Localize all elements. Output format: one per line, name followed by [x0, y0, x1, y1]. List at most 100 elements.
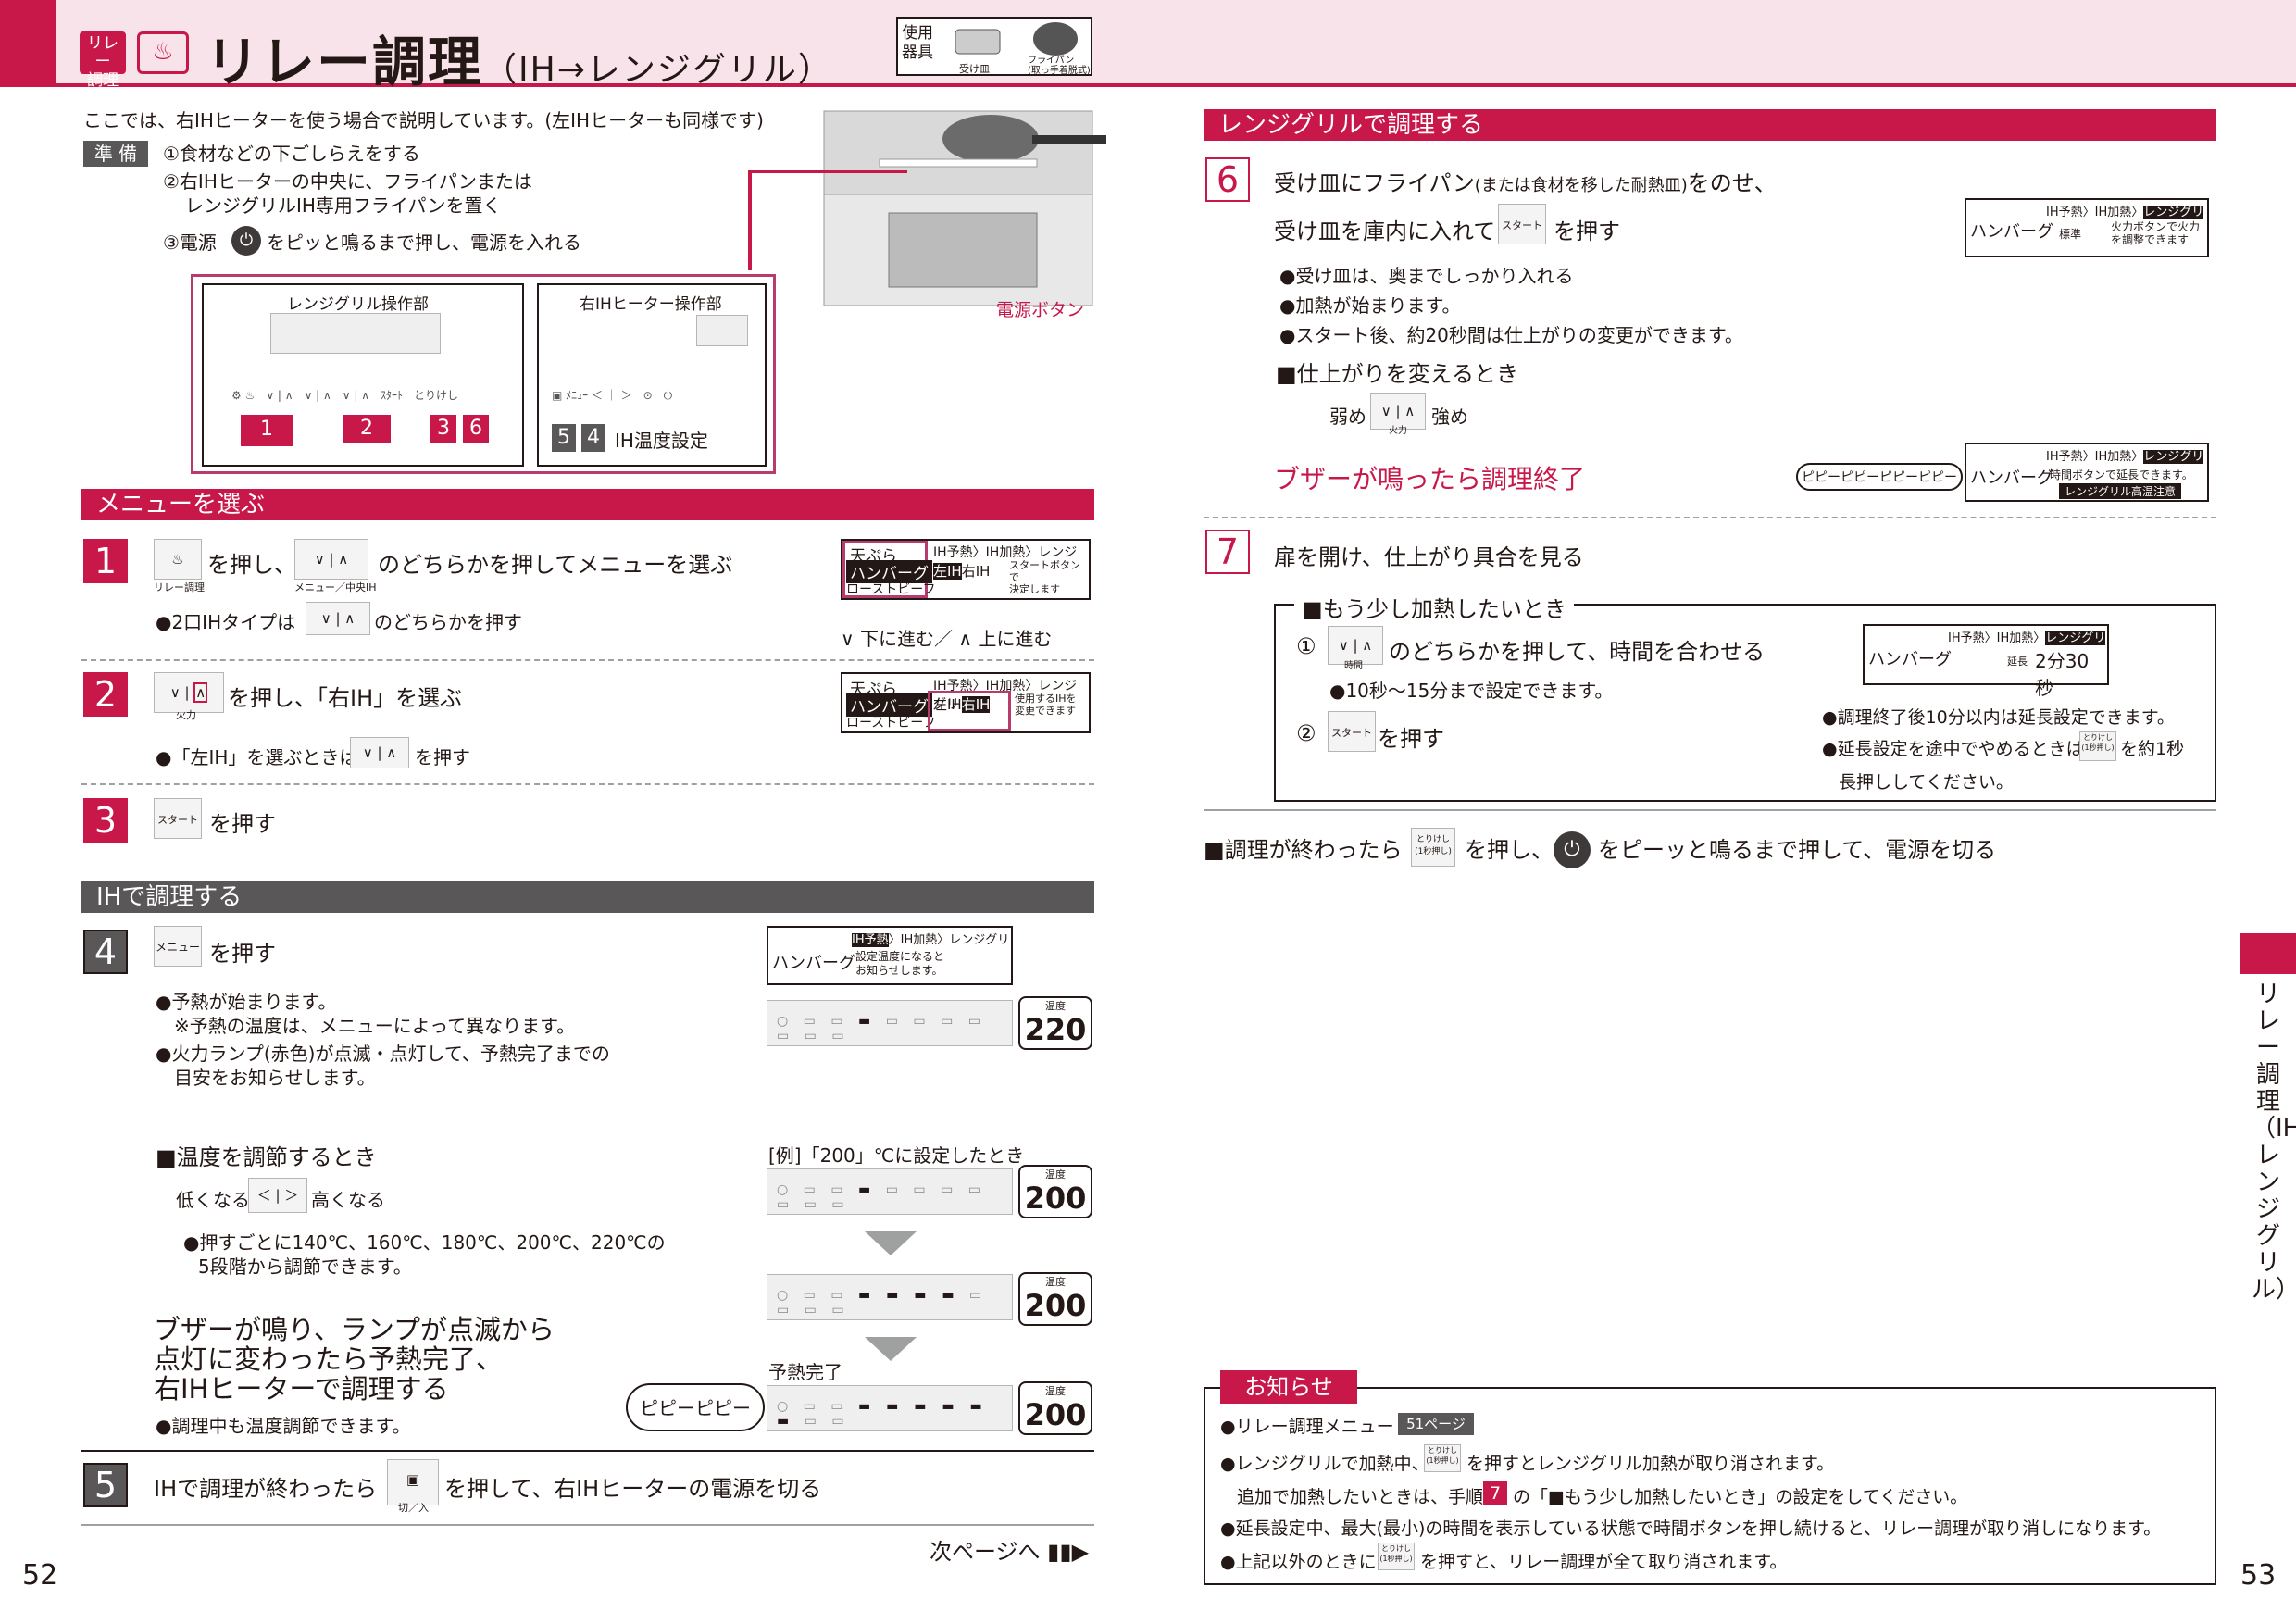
step-6-number: 6: [1205, 157, 1250, 202]
power-button-label: 電源ボタン: [996, 300, 1085, 320]
temp-display-2: 温度 200: [1018, 1165, 1092, 1218]
onoff-label: 切／入: [398, 1502, 429, 1514]
buzzer-heading: ブザーが鳴り、ランプが点滅から 点灯に変わったら予熱完了、 右IHヒーターで調理…: [154, 1315, 555, 1404]
page-ref-51[interactable]: 51ページ: [1398, 1413, 1474, 1435]
buzzer-end-text: ブザーが鳴ったら調理終了: [1274, 464, 1586, 494]
ih-temp-setting-label: IH温度設定: [615, 430, 708, 452]
step-1-text-b: のどちらかを押してメニューを選ぶ: [378, 552, 733, 578]
step-4-text: を押す: [209, 941, 276, 967]
notice-title: お知らせ: [1220, 1370, 1357, 1404]
tool1-label: 受け皿: [959, 63, 990, 75]
section-cook-with-grill: レンジグリルで調理する: [1204, 109, 2216, 141]
cancel-button-icon-small: とりけし (1秒押し): [2079, 731, 2116, 761]
menu-display-1: 天ぷら ハンバーグ ローストビーフ IH予熱〉IH加熱〉レンジグリ 左IH右IH…: [841, 539, 1091, 600]
more-step-1-note: ●10秒～15分まで設定できます。: [1329, 680, 1614, 702]
intro-text: ここでは、右IHヒーターを使う場合で説明しています。(左IHヒーターも同様です): [83, 109, 764, 131]
notice-item-4: ●延長設定中、最大(最小)の時間を表示している状態で時間ボタンを押し続けると、リ…: [1220, 1518, 2162, 1539]
tools-box: 使用 器具 受け皿 フライパン (取っ手着脱式): [896, 17, 1092, 76]
cancel-button-icon: とりけし (1秒押し): [1411, 828, 1455, 867]
notice-item-3a: 追加で加熱したいときは、手順: [1237, 1487, 1484, 1507]
ih-panel-title: 右IHヒーター操作部: [580, 295, 722, 314]
end-text-a: ■調理が終わったら: [1204, 837, 1403, 863]
callout-num-3: 3: [430, 415, 456, 443]
tools-label: 使用 器具: [902, 24, 933, 62]
cooktop-illustration: [823, 110, 1106, 306]
buzzer-line-2: 点灯に変わったら予熱完了、: [154, 1343, 504, 1375]
step-7-text: 扉を開け、仕上がり具合を見る: [1274, 544, 1584, 570]
step-6-text-b-end: を押す: [1554, 219, 1620, 244]
menu2-item-roastbeef: ローストビーフ: [846, 716, 936, 731]
step-6-text-a: 受け皿にフライパン(または食材を移した耐熱皿)をのせ、: [1274, 170, 1777, 196]
firepower-label-6: 火力: [1389, 426, 1407, 436]
divider: [81, 1524, 1094, 1526]
step-6-note-2: ●加熱が始まります。: [1279, 294, 1461, 317]
prep-step-3b: をピッと鳴るまで押し、電源を入れる: [267, 231, 581, 254]
relay-icon-label: リレー調理: [154, 581, 205, 593]
menu-hint-1: スタートボタンで 決定します: [1009, 559, 1080, 595]
step-5-text-a: IHで調理が終わったら: [154, 1476, 378, 1502]
temp-adjust-icon: ＜ | ＞: [248, 1178, 307, 1213]
menu-hint-2: 使用するIHを 変更できます: [1015, 693, 1077, 717]
buzzer-line-1: ブザーが鳴り、ランプが点滅から: [154, 1314, 555, 1345]
more-note-2b: を約1秒: [2120, 739, 2185, 759]
finish-title: ■仕上がりを変えるとき: [1276, 361, 1518, 387]
temp-display-4: 温度 200: [1018, 1381, 1092, 1435]
menu-item-roastbeef: ローストビーフ: [846, 582, 936, 597]
grill-control-panel: レンジグリル操作部 ⚙ ♨ ∨ | ∧ ∨ | ∧ ∨ | ∧ ｽﾀｰﾄ とりけ…: [202, 283, 524, 467]
adjust-higher: 高くなる: [311, 1189, 385, 1211]
divider: [1204, 809, 2216, 811]
end-text-c: をピーッと鳴るまで押して、電源を切る: [1598, 837, 1997, 863]
side-tab-text: リレー調理（IH→レンジグリル）: [2252, 981, 2296, 1304]
grill-hint-1: 火力ボタンで火力 を調整できます: [2111, 220, 2201, 246]
step-6-text-b: 受け皿を庫内に入れて: [1274, 219, 1496, 244]
section-choose-menu: メニューを選ぶ: [81, 489, 1094, 520]
menu-display-2: 天ぷら ハンバーグ ローストビーフ IH予熱〉IH加熱〉レンジグリ 左IH右IH…: [841, 672, 1091, 733]
step-6-note-3: ●スタート後、約20秒間は仕上がりの変更ができます。: [1279, 324, 1743, 346]
buzzer-line-3: 右IHヒーターで調理する: [154, 1373, 449, 1405]
notice-item-3b: の「■もう少し加熱したいとき」の設定をしてください。: [1513, 1487, 1968, 1507]
step-1-text-a: を押し、: [207, 552, 296, 578]
cancel-icon-notice-1: とりけし (1秒押し): [1424, 1444, 1461, 1472]
step-2-text: を押し、「右IH」を選ぶ: [228, 685, 463, 711]
more-step-1-num: ①: [1296, 633, 1316, 659]
more-step-2-text: を押す: [1378, 726, 1444, 752]
power-icon-2: ⏻: [1554, 831, 1591, 868]
notice-item-5b: を押すと、リレー調理が全て取り消されます。: [1420, 1552, 1788, 1572]
preheat-display: IH予熱〉IH加熱〉レンジグリ ハンバーグ 設定温度になると お知らせします。: [767, 926, 1013, 985]
menu-icon-label: メニュー／中央IH: [294, 581, 377, 593]
step-5-text-b: を押して、右IHヒーターの電源を切る: [444, 1476, 822, 1502]
notice-item-2b: を押すとレンジグリル加熱が取り消されます。: [1466, 1454, 1835, 1474]
relay-cooking-icon: ♨: [137, 31, 189, 74]
step-1-note-b: のどちらかを押す: [374, 611, 522, 633]
menu-nav-hint: ∨ 下に進む／ ∧ 上に進む: [841, 628, 1053, 650]
adjust-note-b: 5段階から調節できます。: [198, 1255, 412, 1278]
side-tab: [2240, 933, 2296, 974]
next-page-link[interactable]: 次ページへ ▮▮▶: [930, 1533, 1089, 1566]
more-step-2-num: ②: [1296, 720, 1316, 746]
adjust-lower: 低くなる: [176, 1189, 250, 1211]
start-button-icon-7: スタート: [1328, 711, 1376, 752]
preheat-message: 設定温度になると お知らせします。: [855, 950, 945, 977]
step-3-text: を押す: [209, 811, 276, 837]
step-2-note-b: を押す: [415, 746, 470, 768]
step-7-number: 7: [1205, 530, 1250, 574]
step-4-bullet-2b: 目安をお知らせします。: [174, 1067, 376, 1089]
menu-lr: 左IH右IH: [933, 563, 991, 580]
extend-label: 延長: [2007, 656, 2028, 668]
step-1-number: 1: [83, 539, 128, 583]
step-4-bullet-1b: ※予熱の温度は、メニューによって異なります。: [174, 1015, 576, 1037]
step-2-number: 2: [83, 672, 128, 717]
grill-tabs-1: IH予熱〉IH加熱〉レンジグリ: [2046, 206, 2204, 219]
flow-arrow-2: [865, 1337, 917, 1361]
page-number-right: 53: [2240, 1559, 2277, 1592]
callout-num-2: 2: [343, 415, 391, 443]
example-caption: [例]「200」℃に設定したとき: [768, 1144, 1025, 1167]
heat-lamp-row-1: ○ ▭ ▭ ▬ ▭ ▭ ▭ ▭ ▭ ▭ ▭: [767, 1000, 1013, 1046]
extend-time: 2分30秒: [2035, 650, 2090, 699]
prep-step-2b: レンジグリルIH専用フライパンを置く: [185, 194, 502, 217]
preheat-done-label: 予熱完了: [768, 1361, 842, 1383]
menu-button-icon: メニュー: [154, 926, 202, 967]
prep-tag: 準 備: [83, 141, 148, 167]
extend-tabs: IH予熱〉IH加熱〉レンジグリ: [1948, 631, 2106, 645]
notice-item-5a: ●上記以外のときに: [1220, 1552, 1377, 1572]
